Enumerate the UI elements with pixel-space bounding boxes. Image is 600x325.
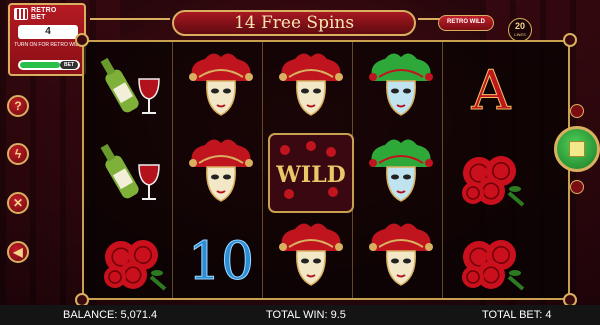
sound-icon: ◀ [13, 245, 23, 259]
mask-green-symbol [356, 130, 446, 215]
tools-icon: ✕ [12, 196, 24, 210]
banner-ornament-right [418, 18, 440, 20]
retro-bet-logo-line2: BET [31, 14, 46, 21]
retro-bet-toggle[interactable]: BET [18, 60, 80, 70]
rose-symbol [446, 214, 536, 299]
mask-red-icon [279, 222, 343, 286]
mask-red-symbol [176, 130, 266, 215]
retro-bet-logo-icon [14, 8, 28, 20]
mask-red-symbol [176, 44, 266, 129]
rose-symbol [88, 214, 178, 299]
balance-label: BALANCE: 5,071.4 [63, 309, 158, 321]
wine-symbol [88, 44, 178, 129]
ace-icon: A [470, 58, 512, 122]
retro-wild-badge: RETRO WILD [438, 15, 494, 31]
rose-icon [462, 155, 525, 207]
mask-green-icon [369, 52, 433, 116]
total-bet-label: TOTAL BET: 4 [482, 309, 552, 321]
rose-icon [462, 239, 525, 291]
bet-settings-dot[interactable] [570, 180, 584, 194]
autoplay-dot[interactable] [570, 104, 584, 118]
sound-button[interactable]: ◀ [7, 241, 29, 263]
help-button[interactable]: ? [7, 95, 29, 117]
lines-label: LINES [514, 32, 526, 37]
mask-green-icon [369, 138, 433, 202]
mask-green-symbol [356, 44, 446, 129]
frame-corner-ornament [75, 33, 89, 47]
ace-label: A [471, 59, 512, 122]
wine-icon [100, 143, 160, 200]
help-icon: ? [14, 99, 22, 113]
game-scene: RETRO BET 4 TURN ON FOR RETRO WILD BET ?… [0, 0, 600, 305]
spin-button[interactable] [554, 126, 600, 172]
lines-badge: 20 LINES [508, 18, 532, 42]
total-win-label: TOTAL WIN: 9.5 [266, 309, 346, 321]
ten-label: 10 [188, 232, 254, 292]
retro-bet-toggle-fill [20, 62, 60, 68]
frame-corner-ornament [563, 33, 577, 47]
frame-corner-ornament [563, 293, 577, 305]
ace-symbol: A [446, 44, 536, 129]
retro-bet-logo: RETRO BET [14, 7, 57, 21]
wine-symbol [88, 130, 178, 215]
mask-red-symbol [266, 44, 356, 129]
wild-label: WILD [275, 162, 346, 188]
free-spins-banner: 14 Free Spins [172, 10, 416, 36]
mask-red-icon [369, 222, 433, 286]
mask-red-icon [189, 52, 253, 116]
lines-count: 20 [514, 21, 525, 31]
ten-symbol: 10 [176, 214, 266, 299]
stop-icon [569, 141, 585, 157]
status-bar: BALANCE: 5,071.4 TOTAL WIN: 9.5 TOTAL BE… [0, 305, 600, 325]
lightning-icon: ϟ [14, 147, 22, 161]
turbo-button[interactable]: ϟ [7, 143, 29, 165]
rose-symbol [446, 130, 536, 215]
settings-button[interactable]: ✕ [7, 192, 29, 214]
retro-bet-logo-line1: RETRO [31, 7, 57, 14]
frame-corner-ornament [75, 293, 89, 305]
rose-icon [104, 239, 167, 291]
wild-icon: WILD [268, 132, 354, 213]
reel-grid: 10 WILD A [82, 40, 570, 300]
mask-red-icon [189, 138, 253, 202]
mask-red-icon [279, 52, 343, 116]
retro-bet-description: TURN ON FOR RETRO WILD [14, 42, 82, 48]
retro-bet-count: 4 [18, 25, 78, 39]
mask-red-symbol [356, 214, 446, 299]
wine-icon [100, 57, 160, 114]
banner-ornament-left [90, 18, 170, 20]
wild-symbol: WILD [266, 130, 356, 215]
mask-red-symbol [266, 214, 356, 299]
retro-bet-toggle-knob: BET [60, 61, 78, 69]
ten-icon: 10 [187, 231, 254, 292]
